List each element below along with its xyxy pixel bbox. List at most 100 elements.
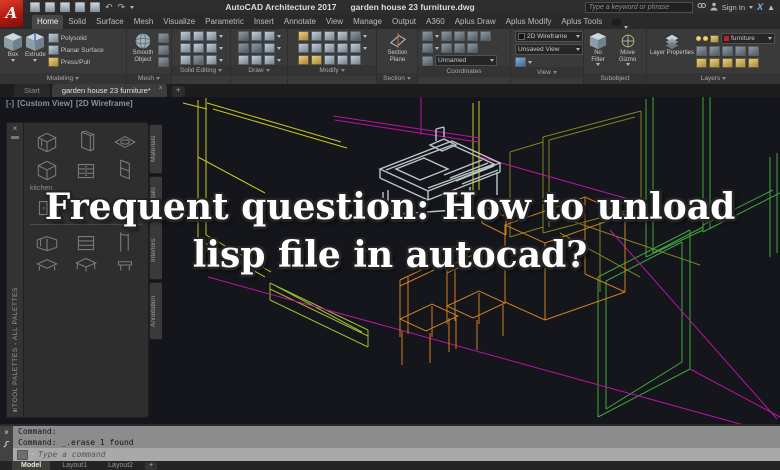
layer-thaw-icon[interactable] — [703, 36, 709, 41]
layer-on-icon[interactable] — [696, 36, 702, 41]
layer-combobox[interactable]: furniture — [721, 33, 775, 44]
palette-properties-icon[interactable]: ≡ — [13, 407, 18, 415]
autocad-app-menu-button[interactable]: A — [0, 0, 23, 27]
edit-array-icon[interactable] — [349, 55, 361, 65]
ellipse-icon[interactable] — [263, 55, 275, 65]
layer-merge-icon[interactable] — [722, 58, 734, 68]
new-file-icon[interactable] — [30, 2, 40, 12]
align-icon[interactable] — [336, 55, 348, 65]
fillet-edge-icon[interactable] — [205, 43, 217, 53]
panel-label-coordinates[interactable]: Coordinates — [418, 66, 510, 77]
taper-faces-icon[interactable] — [179, 55, 191, 65]
shell-icon[interactable] — [205, 55, 217, 65]
ribbon-tab-parametric[interactable]: Parametric — [200, 15, 249, 29]
tool-tall-cabinet-icon[interactable] — [73, 129, 99, 155]
sign-in-button[interactable]: Sign In — [722, 3, 745, 12]
search-binoculars-icon[interactable] — [697, 2, 706, 13]
open-folder-icon[interactable] — [45, 2, 55, 12]
command-customize-icon[interactable] — [3, 440, 10, 449]
arc-icon[interactable] — [263, 31, 275, 41]
viewport-menu-control[interactable]: [-] — [6, 99, 14, 108]
qat-dropdown-icon[interactable] — [130, 5, 135, 9]
ucs-x-icon[interactable] — [467, 43, 478, 53]
ucs-z-axis-icon[interactable] — [441, 43, 452, 53]
tool-counter-cabinet-icon[interactable] — [34, 157, 60, 183]
panel-label-modify[interactable]: Modify — [288, 65, 376, 76]
help-search-input[interactable]: Type a keyword or phrase — [584, 1, 693, 13]
sign-in-dropdown-icon[interactable] — [749, 5, 754, 9]
polyline-icon[interactable] — [250, 31, 262, 41]
layer-delete-icon[interactable] — [735, 58, 747, 68]
panel-label-section[interactable]: Section — [377, 73, 417, 84]
ribbon-tab-aplus-modify[interactable]: Aplus Modify — [501, 15, 557, 29]
move-gizmo-button[interactable]: Move Gizmo — [611, 31, 644, 66]
section-plane-button[interactable]: Section Plane — [380, 31, 415, 63]
panel-label-draw[interactable]: Draw — [231, 65, 287, 76]
new-drawing-tab-button[interactable]: + — [171, 86, 185, 97]
viewport-config-icon[interactable] — [515, 57, 526, 67]
ucs-origin-icon[interactable] — [422, 43, 433, 53]
ribbon-tab-aplus-draw[interactable]: Aplus Draw — [450, 15, 501, 29]
solid-union-icon[interactable] — [179, 31, 191, 41]
panel-label-subobject[interactable]: Subobject — [584, 73, 646, 84]
layer-walk-icon[interactable] — [709, 58, 721, 68]
mesh-tool-icon[interactable] — [158, 33, 169, 43]
ribbon-tab-output[interactable]: Output — [387, 15, 421, 29]
ribbon-tab-visualize[interactable]: Visualize — [158, 15, 200, 29]
palette-tab-annotation[interactable]: Annotation — [149, 282, 162, 340]
ribbon-tab-manage[interactable]: Manage — [348, 15, 387, 29]
layer-off-icon[interactable] — [696, 58, 708, 68]
ribbon-tab-insert[interactable]: Insert — [249, 15, 279, 29]
fillet-icon[interactable] — [297, 43, 309, 53]
tool-drawer-unit-icon[interactable] — [73, 157, 99, 183]
autodesk-360-icon[interactable]: ▲ — [767, 3, 775, 12]
press-pull-button[interactable]: Press/Pull — [47, 57, 104, 67]
ribbon-tab-annotate[interactable]: Annotate — [279, 15, 321, 29]
measure-icon[interactable] — [310, 55, 322, 65]
plot-icon[interactable] — [90, 2, 100, 12]
spline-icon[interactable] — [237, 43, 249, 53]
mirror-icon[interactable] — [349, 31, 361, 41]
command-close-icon[interactable]: × — [4, 429, 9, 437]
visual-style-control[interactable]: [2D Wireframe] — [76, 99, 133, 108]
extrude-button[interactable]: Extrude — [25, 31, 46, 62]
smooth-object-button[interactable]: Smooth Object — [130, 31, 156, 63]
polysolid-button[interactable]: Polysolid — [47, 33, 104, 43]
copy-icon[interactable] — [336, 31, 348, 41]
mesh-tool-icon[interactable] — [158, 45, 169, 55]
rectangle-icon[interactable] — [250, 55, 262, 65]
command-history[interactable]: Command: Command: _.erase 1 found — [13, 426, 780, 450]
ribbon-tab-solid[interactable]: Solid — [63, 15, 91, 29]
named-view-combobox[interactable]: Unsaved View — [515, 44, 583, 55]
explode-icon[interactable] — [323, 55, 335, 65]
model-tab[interactable]: Model — [12, 461, 51, 470]
ucs-world-icon[interactable] — [441, 31, 452, 41]
ucs-object-icon[interactable] — [480, 31, 491, 41]
ucs-icon[interactable] — [422, 31, 433, 41]
tool-narrow-cabinet-icon[interactable] — [112, 157, 138, 183]
box-button[interactable]: Box — [3, 31, 23, 62]
save-as-icon[interactable] — [75, 2, 85, 12]
tool-sink-icon[interactable] — [112, 129, 138, 155]
panel-label-mesh[interactable]: Mesh — [127, 73, 171, 84]
ribbon-tab-mesh[interactable]: Mesh — [129, 15, 159, 29]
layer-prev-icon[interactable] — [709, 46, 721, 56]
scale-icon[interactable] — [323, 43, 335, 53]
undo-icon[interactable]: ↶ — [105, 3, 113, 12]
redo-icon[interactable]: ↷ — [118, 3, 126, 12]
ribbon-tab-view[interactable]: View — [321, 15, 348, 29]
palette-tab-materials[interactable]: Materials — [149, 124, 162, 174]
ribbon-tab-home[interactable]: Home — [32, 15, 64, 29]
trim-icon[interactable] — [323, 31, 335, 41]
ribbon-tab-a360[interactable]: A360 — [421, 15, 450, 29]
view-control[interactable]: [Custom View] — [17, 99, 72, 108]
file-tab-current-drawing[interactable]: garden house 23 furniture* — [51, 84, 167, 97]
layer-freeze-icon[interactable] — [748, 46, 760, 56]
ucs-combobox[interactable]: Unnamed — [435, 55, 497, 66]
layer-lock-icon[interactable] — [710, 34, 720, 43]
ucs-named-icon[interactable] — [422, 55, 433, 66]
new-layout-button[interactable]: + — [145, 461, 158, 470]
slice-icon[interactable] — [179, 43, 191, 53]
exchange-apps-icon[interactable]: X — [757, 2, 763, 12]
palette-autohide-icon[interactable] — [11, 136, 19, 139]
